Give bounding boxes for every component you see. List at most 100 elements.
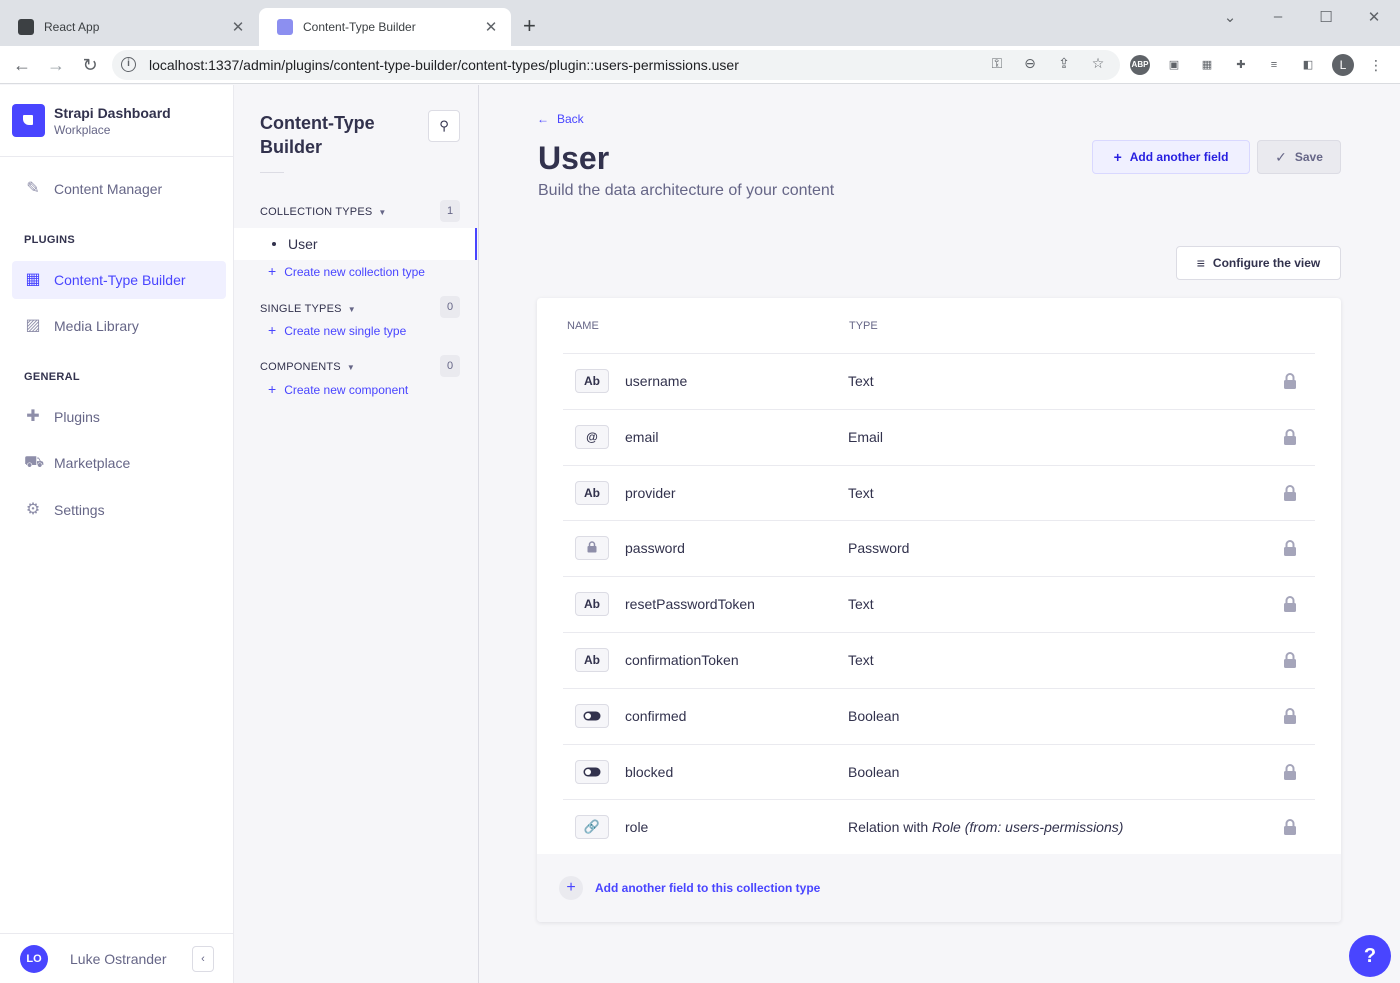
field-type: Text [848,596,874,613]
collapse-nav-chevron-icon[interactable]: ‹ [192,945,214,972]
password-field-icon [575,536,609,561]
table-row[interactable]: confirmed Boolean [563,687,1315,744]
button-label: Configure the view [1212,256,1321,270]
nav-marketplace[interactable]: ⛟ Marketplace [12,444,226,482]
create-collection-type-link[interactable]: + Create new collection type [268,263,425,279]
table-row[interactable]: @ email Email [563,408,1315,465]
reload-icon[interactable]: ↻ [79,54,101,76]
key-icon[interactable]: ⚿ [987,55,1007,72]
relation-target: Role (from: users-permissions) [932,819,1124,836]
email-field-icon: @ [575,424,609,449]
browser-tab-active[interactable]: Content-Type Builder ✕ [259,8,511,46]
tab-search-icon[interactable]: ⌄ [1220,8,1240,26]
add-another-field-button[interactable]: + Add another field [1092,140,1250,174]
field-type-cell: Text [848,652,874,668]
link-label: Create new component [284,383,409,397]
user-name[interactable]: Luke Ostrander [70,951,192,967]
browser-tab[interactable]: React App ✕ [0,8,258,46]
plus-icon: + [268,322,277,338]
cart-icon: ⛟ [24,454,45,471]
adblock-icon[interactable]: ABP [1130,55,1150,75]
help-button[interactable]: ? [1349,935,1391,977]
field-type-cell: Text [848,596,874,612]
plus-icon: + [268,263,277,279]
bookmark-star-icon[interactable]: ☆ [1088,55,1108,72]
table-row[interactable]: Ab provider Text [563,464,1315,521]
nav-content-manager[interactable]: ✎ Content Manager [12,170,226,208]
tab-title: Content-Type Builder [303,20,416,34]
field-type: Text [848,651,874,668]
react-favicon-icon [18,19,34,35]
create-single-type-link[interactable]: + Create new single type [268,322,406,338]
caret-down-icon: ▼ [346,363,355,372]
minimize-icon[interactable]: – [1268,8,1288,25]
back-arrow-icon[interactable]: ← [11,54,33,76]
new-tab-icon[interactable]: + [523,14,536,38]
table-row[interactable]: Ab username Text [563,353,1315,409]
nav-label: Settings [54,502,105,518]
field-name: blocked [625,763,674,780]
table-row[interactable]: Ab confirmationToken Text [563,631,1315,688]
text-field-icon: Ab [575,369,609,393]
count-badge: 0 [440,355,460,377]
column-header-name: NAME [567,320,599,332]
user-avatar[interactable]: LO [20,944,48,973]
button-label: Add another field [1129,150,1229,164]
close-tab-icon[interactable]: ✕ [483,18,499,36]
pencil-icon: ✎ [26,180,40,197]
qr-code-icon[interactable]: ▦ [1197,55,1217,75]
maximize-icon[interactable]: ☐ [1316,8,1336,26]
fields-list: Ab username Text @ email Email Ab provider Text p… [563,353,1315,855]
nav-content-type-builder[interactable]: ▦ Content-Type Builder [12,261,226,299]
table-row[interactable]: blocked Boolean [563,743,1315,800]
profile-avatar[interactable]: L [1332,54,1354,76]
field-type: Email [848,428,884,445]
field-name: username [625,373,688,389]
lock-icon [1283,651,1297,669]
add-field-footer[interactable]: + Add another field to this collection t… [537,854,1341,922]
strapi-favicon-icon [277,19,293,35]
lock-icon [1283,763,1297,781]
back-link[interactable]: ← Back [537,112,584,126]
nav-label: Media Library [54,318,139,334]
forward-arrow-icon[interactable]: → [45,54,67,76]
configure-view-button[interactable]: ≡ Configure the view [1176,246,1341,280]
single-types-toggle[interactable]: SINGLE TYPES ▼ [260,303,356,315]
url-text[interactable]: localhost:1337/admin/plugins/content-typ… [149,57,739,73]
sub-nav-item-user[interactable]: User [234,228,477,260]
kebab-menu-icon[interactable]: ⋮ [1366,55,1386,75]
lock-icon [1283,539,1297,557]
search-icon[interactable]: ⚲ [428,110,460,142]
field-type-cell: Boolean [848,764,899,780]
extension-icon[interactable]: ▣ [1164,55,1184,75]
puzzle-icon[interactable]: ✚ [1231,55,1251,75]
nav-section-plugins: PLUGINS [24,234,75,246]
side-panel-icon[interactable]: ◧ [1298,55,1318,75]
table-row[interactable]: password Password [563,520,1315,576]
divider [260,172,284,173]
address-bar[interactable]: i localhost:1337/admin/plugins/content-t… [112,50,1120,80]
site-info-icon[interactable]: i [121,57,136,72]
close-window-icon[interactable]: ✕ [1364,8,1384,26]
share-icon[interactable]: ⇪ [1054,55,1074,72]
puzzle-icon: ✚ [26,408,40,425]
zoom-icon[interactable]: ⊖ [1020,55,1040,72]
nav-settings[interactable]: ⚙ Settings [12,491,226,529]
create-component-link[interactable]: + Create new component [268,381,408,397]
nav-plugins[interactable]: ✚ Plugins [12,398,226,436]
brand-title: Strapi Dashboard [54,104,171,121]
field-name: provider [625,484,676,501]
layout-icon: ▦ [25,271,41,288]
nav-media-library[interactable]: ▨ Media Library [12,307,226,345]
components-toggle[interactable]: COMPONENTS ▼ [260,361,355,373]
lock-icon [1283,818,1297,836]
save-button[interactable]: ✓ Save [1257,140,1341,174]
tab-title: React App [44,20,100,34]
user-bar: LO Luke Ostrander ‹ [0,933,234,983]
table-row[interactable]: Ab resetPasswordToken Text [563,576,1315,632]
count-badge: 0 [440,296,460,318]
table-row[interactable]: 🔗 role Relation with Role (from: users-per… [563,799,1315,855]
close-tab-icon[interactable]: ✕ [230,18,246,36]
collection-types-toggle[interactable]: COLLECTION TYPES ▼ [260,206,387,218]
media-queue-icon[interactable]: ≡ [1264,55,1284,75]
